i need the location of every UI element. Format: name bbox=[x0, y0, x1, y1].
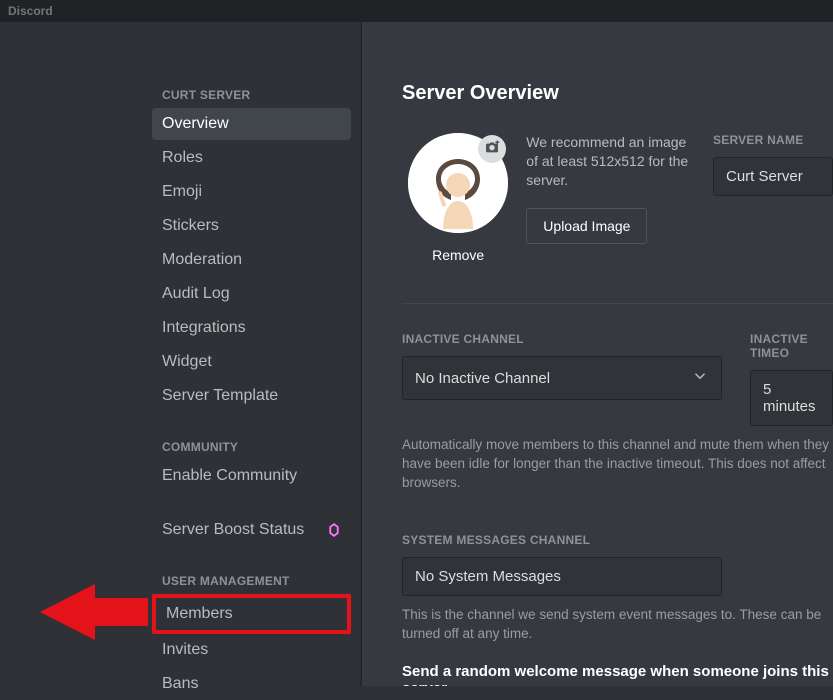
inactive-channel-select[interactable]: No Inactive Channel bbox=[402, 356, 722, 400]
sidebar-item-label: Members bbox=[166, 605, 233, 623]
titlebar-app-label: Discord bbox=[8, 4, 53, 18]
sidebar-item-label: Server Template bbox=[162, 387, 278, 405]
server-name-label: SERVER NAME bbox=[713, 133, 833, 147]
sidebar-item-label: Bans bbox=[162, 675, 198, 693]
upload-image-icon bbox=[478, 135, 506, 163]
sidebar-item-label: Overview bbox=[162, 115, 229, 133]
sidebar-item-emoji[interactable]: Emoji bbox=[152, 176, 351, 208]
sidebar-item-label: Stickers bbox=[162, 217, 219, 235]
inactive-timeout-label: INACTIVE TIMEO bbox=[750, 332, 833, 360]
server-name-input[interactable] bbox=[713, 157, 833, 196]
sidebar-item-label: Audit Log bbox=[162, 285, 230, 303]
icon-hint-text: We recommend an image of at least 512x51… bbox=[526, 133, 693, 190]
inactive-help-text: Automatically move members to this chann… bbox=[402, 436, 833, 493]
annotation-highlight: Members bbox=[152, 594, 351, 634]
sidebar-item-label: Server Boost Status bbox=[162, 521, 304, 539]
annotation-arrow-icon bbox=[40, 582, 150, 642]
chevron-down-icon bbox=[691, 367, 709, 389]
sidebar-category-user-management: USER MANAGEMENT bbox=[152, 568, 351, 594]
sidebar-item-label: Invites bbox=[162, 641, 208, 659]
sidebar-item-enable-community[interactable]: Enable Community bbox=[152, 460, 351, 492]
sidebar-item-roles[interactable]: Roles bbox=[152, 142, 351, 174]
settings-sidebar: CURT SERVER Overview Roles Emoji Sticker… bbox=[0, 22, 362, 686]
titlebar: Discord bbox=[0, 0, 833, 22]
sidebar-item-label: Enable Community bbox=[162, 467, 297, 485]
page-title: Server Overview bbox=[402, 82, 833, 105]
sidebar-item-integrations[interactable]: Integrations bbox=[152, 312, 351, 344]
select-value: 5 minutes bbox=[763, 381, 820, 415]
sidebar-item-moderation[interactable]: Moderation bbox=[152, 244, 351, 276]
sidebar-item-server-template[interactable]: Server Template bbox=[152, 380, 351, 412]
sidebar-item-stickers[interactable]: Stickers bbox=[152, 210, 351, 242]
server-icon-uploader[interactable] bbox=[408, 133, 508, 233]
sidebar-item-label: Widget bbox=[162, 353, 212, 371]
sidebar-category-community: COMMUNITY bbox=[152, 434, 351, 460]
sidebar-item-widget[interactable]: Widget bbox=[152, 346, 351, 378]
upload-image-button[interactable]: Upload Image bbox=[526, 208, 647, 244]
welcome-message-toggle-label: Send a random welcome message when someo… bbox=[402, 663, 833, 686]
boost-gem-icon bbox=[327, 523, 341, 537]
system-messages-help: This is the channel we send system event… bbox=[402, 606, 833, 644]
select-value: No Inactive Channel bbox=[415, 370, 550, 387]
sidebar-item-label: Roles bbox=[162, 149, 203, 167]
sidebar-category-server: CURT SERVER bbox=[152, 82, 351, 108]
sidebar-item-label: Integrations bbox=[162, 319, 246, 337]
sidebar-item-members[interactable]: Members bbox=[156, 598, 347, 630]
inactive-timeout-select[interactable]: 5 minutes bbox=[750, 370, 833, 426]
remove-icon-link[interactable]: Remove bbox=[402, 247, 514, 263]
sidebar-item-label: Moderation bbox=[162, 251, 242, 269]
sidebar-item-bans[interactable]: Bans bbox=[152, 668, 351, 700]
inactive-channel-label: INACTIVE CHANNEL bbox=[402, 332, 722, 346]
sidebar-item-invites[interactable]: Invites bbox=[152, 634, 351, 666]
sidebar-item-server-boost[interactable]: Server Boost Status bbox=[152, 514, 351, 546]
divider bbox=[402, 303, 833, 304]
sidebar-item-audit-log[interactable]: Audit Log bbox=[152, 278, 351, 310]
settings-content: Server Overview bbox=[362, 22, 833, 686]
select-value: No System Messages bbox=[415, 568, 561, 585]
system-messages-label: SYSTEM MESSAGES CHANNEL bbox=[402, 533, 833, 547]
sidebar-item-label: Emoji bbox=[162, 183, 202, 201]
system-messages-select[interactable]: No System Messages bbox=[402, 557, 722, 596]
sidebar-item-overview[interactable]: Overview bbox=[152, 108, 351, 140]
